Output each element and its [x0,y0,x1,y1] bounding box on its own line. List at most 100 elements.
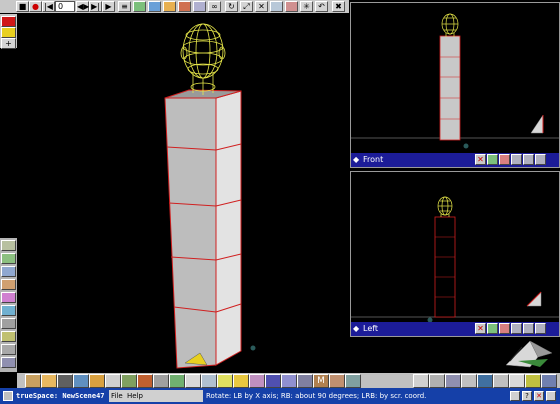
front-render-icon[interactable] [487,154,498,165]
left-head-icon [437,196,453,217]
table-icon[interactable] [445,374,461,388]
next-key-button[interactable]: ◀▶ [76,1,89,12]
left-view-icon[interactable]: ◆ [353,324,361,333]
navigation-gizmo-icon[interactable] [500,337,560,373]
deform-icon[interactable] [1,253,16,264]
front-move-icon[interactable] [511,154,522,165]
menu-help[interactable]: Help [127,390,143,402]
walk-icon[interactable] [429,374,445,388]
sphere-icon[interactable] [25,374,41,388]
tools-icon[interactable] [1,344,16,355]
boolean-icon[interactable] [1,279,16,290]
paint-icon[interactable] [178,1,191,12]
bulb-icon[interactable] [233,374,249,388]
stop-button[interactable]: ■ [16,1,29,12]
properties-icon[interactable] [413,374,429,388]
torus-icon[interactable] [121,374,137,388]
key-icon[interactable] [148,1,161,12]
help-icon[interactable]: ? [522,391,532,401]
minimize-button[interactable] [510,391,520,401]
perspective-viewport[interactable] [17,13,349,373]
rail-icon[interactable] [185,374,201,388]
particle-icon[interactable] [73,374,89,388]
lathe-icon[interactable] [153,374,169,388]
view-grid-icon[interactable] [541,374,557,388]
go-end-button[interactable]: ▶| [89,1,102,12]
left-viewport-bar: ◆ Left ✕ [351,322,559,336]
left-viewport-label: Left [363,324,379,333]
front-zoom-icon[interactable] [535,154,546,165]
left-axis-icon [526,291,542,307]
face-icon[interactable] [329,374,345,388]
front-close-button[interactable]: ✕ [475,154,486,165]
knot-icon[interactable] [89,374,105,388]
front-viewport[interactable]: ◆ Front ✕ [350,2,560,168]
zoom-icon[interactable] [493,374,509,388]
cylinder-icon[interactable] [137,374,153,388]
layers-icon[interactable] [525,374,541,388]
undo-icon[interactable]: ↶ [315,1,328,12]
front-rotate-icon[interactable] [523,154,534,165]
light-icon[interactable]: ✳ [300,1,313,12]
left-toolbar [0,238,17,372]
script-icon[interactable] [1,357,16,368]
front-pillar [439,35,461,141]
link-icon[interactable]: ∞ [208,1,221,12]
left-eye-icon[interactable] [499,323,510,334]
bevel-icon[interactable] [201,374,217,388]
front-view-icon[interactable]: ◆ [353,155,361,164]
close-icon[interactable]: ✕ [534,391,544,401]
object-tool-icon[interactable] [270,1,283,12]
record-button[interactable]: ● [29,1,42,12]
menu-file[interactable]: File [111,390,123,402]
front-head-icon [441,13,459,37]
frame-input[interactable]: 0 [55,1,75,12]
spot-light-icon[interactable] [217,374,233,388]
path-icon[interactable] [133,1,146,12]
left-view-canvas[interactable] [351,172,559,322]
sweep-icon[interactable] [169,374,185,388]
glue-icon[interactable] [193,1,206,12]
cone-icon[interactable] [105,374,121,388]
render-icon[interactable] [1,305,16,316]
color-swatch-yellow[interactable] [1,27,16,38]
left-render-icon[interactable] [487,323,498,334]
camera-tool-icon[interactable] [57,374,73,388]
left-viewport[interactable]: ◆ Left ✕ [350,171,560,337]
add-icon[interactable]: + [1,38,16,49]
go-start-button[interactable]: |◀ [42,1,55,12]
frame-icon[interactable] [477,374,493,388]
scale-icon[interactable]: ⤢ [240,1,253,12]
left-zoom-icon[interactable] [535,323,546,334]
object-library-icon[interactable] [1,240,16,251]
delete-icon[interactable]: ✖ [332,1,345,12]
rotate-icon[interactable]: ↻ [225,1,238,12]
color-swatch-red[interactable] [1,16,16,27]
navigation-icon[interactable] [1,266,16,277]
color-palette: + [0,14,17,49]
stop-play-button[interactable]: ▶ [102,1,115,12]
checker-icon[interactable] [265,374,281,388]
front-eye-icon[interactable] [499,154,510,165]
texture-icon[interactable] [1,331,16,342]
figure-icon[interactable] [297,374,313,388]
display-icon[interactable] [1,318,16,329]
left-move-icon[interactable] [511,323,522,334]
settings-icon[interactable] [546,391,556,401]
left-rotate-icon[interactable] [523,323,534,334]
spline-icon[interactable] [163,1,176,12]
left-close-button[interactable]: ✕ [475,323,486,334]
pan-icon[interactable] [461,374,477,388]
bottom-toolbar: M [17,373,560,388]
letter-m-icon[interactable]: M [313,374,329,388]
list-icon[interactable]: ≡ [118,1,131,12]
fog-icon[interactable] [249,374,265,388]
axis-icon[interactable]: ✕ [255,1,268,12]
front-view-canvas[interactable] [351,3,559,153]
cube-icon[interactable] [41,374,57,388]
rotate-view-icon[interactable] [509,374,525,388]
camera-icon[interactable] [285,1,298,12]
map-icon[interactable] [345,374,361,388]
material-icon[interactable] [1,292,16,303]
grid-icon[interactable] [281,374,297,388]
